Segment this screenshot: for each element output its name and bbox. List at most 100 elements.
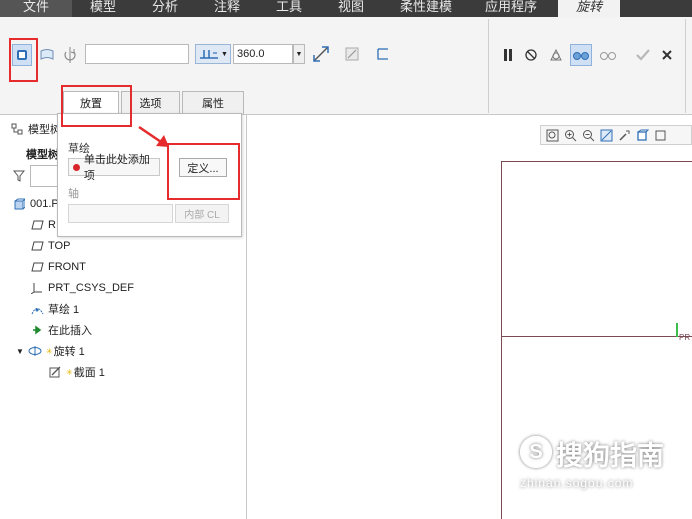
geometry-preview-icon [550, 48, 562, 61]
remove-material-button[interactable] [342, 44, 362, 64]
csys-axis-marker [676, 323, 678, 337]
blind-depth-icon [200, 50, 219, 59]
revolve-feature-icon [28, 345, 42, 357]
no-preview-icon [525, 49, 537, 61]
tree-item-label: 草绘 1 [48, 304, 80, 316]
datum-plane-icon [30, 219, 44, 231]
geometry-preview-button[interactable] [546, 44, 566, 66]
tree-item-label: 旋转 1 [53, 346, 85, 358]
flip-direction-button[interactable] [310, 43, 332, 65]
tree-item-top[interactable]: TOP [30, 237, 70, 255]
axis-collector[interactable] [68, 204, 173, 223]
pause-button[interactable] [500, 45, 516, 65]
menu-bar: 文件 模型 分析 注释 工具 视图 柔性建模 应用程序 旋转 [0, 0, 692, 17]
thicken-sketch-icon [377, 48, 388, 60]
new-feature-star-icon: ✳ [66, 367, 73, 377]
axis-input[interactable] [85, 44, 189, 64]
refit-icon[interactable] [545, 128, 559, 142]
saved-views-icon[interactable] [653, 128, 667, 142]
glasses-outline-icon [600, 52, 616, 60]
spin-center-icon[interactable] [617, 128, 631, 142]
csys-icon [30, 282, 44, 294]
menu-analysis[interactable]: 分析 [134, 0, 196, 17]
chevron-down-icon: ▼ [295, 50, 303, 58]
datum-plane-icon [30, 261, 44, 273]
zoom-in-icon[interactable] [563, 128, 577, 142]
menu-view[interactable]: 视图 [320, 0, 382, 17]
csys-label: PR [679, 333, 691, 342]
angle-type-button[interactable]: ▼ [195, 44, 231, 64]
menu-flexible-modeling[interactable]: 柔性建模 [382, 0, 470, 17]
check-icon [636, 49, 650, 61]
watermark-url: zhinan.sogou.com [520, 476, 634, 490]
datum-plane-icon [30, 240, 44, 252]
sogou-logo-icon: S [520, 436, 552, 468]
pause-icon [504, 49, 512, 61]
ribbon-separator [488, 19, 489, 113]
menu-applications[interactable]: 应用程序 [470, 0, 552, 17]
expand-triangle-icon[interactable]: ▼ [16, 347, 24, 356]
display-style-icon[interactable] [635, 128, 649, 142]
menu-annotate[interactable]: 注释 [196, 0, 258, 17]
model-tree-tab-label: 模型树 [26, 149, 59, 161]
required-dot-icon [73, 163, 80, 171]
section-sketch-icon [48, 366, 62, 378]
tree-item-insert-here[interactable]: 在此插入 [30, 321, 92, 339]
angle-input[interactable]: 360.0 [233, 44, 293, 64]
filter-icon[interactable] [12, 170, 26, 182]
zoom-out-icon[interactable] [581, 128, 595, 142]
menu-revolve[interactable]: 旋转 [558, 0, 620, 17]
repaint-icon[interactable] [599, 128, 613, 142]
ribbon-separator [685, 19, 686, 113]
tree-item-label: FRONT [48, 261, 86, 273]
watermark-brand: 搜狗指南 [556, 441, 664, 472]
insert-arrow-icon [30, 324, 44, 336]
surface-button[interactable] [38, 46, 56, 64]
tree-search-input[interactable] [30, 165, 60, 187]
tab-properties[interactable]: 属性 [182, 91, 244, 114]
tree-item-section[interactable]: ✳ 截面 1 [48, 363, 105, 381]
model-tree-tab[interactable]: 模型树 [26, 145, 59, 163]
menu-model[interactable]: 模型 [72, 0, 134, 17]
cancel-button[interactable] [658, 45, 676, 65]
sketch-collector-text: 单击此处添加项 [83, 154, 150, 182]
menu-tools[interactable]: 工具 [258, 0, 320, 17]
filter-row [12, 165, 60, 187]
model-tree-icon [10, 123, 24, 135]
highlight-define-button [167, 143, 240, 200]
tree-item-revolve[interactable]: ▼ ✳ 旋转 1 [16, 342, 85, 360]
internal-cl-button[interactable]: 内部 CL [175, 204, 229, 223]
highlight-placement-tab [61, 85, 132, 127]
close-icon [662, 50, 672, 60]
view-toolbar [540, 125, 692, 145]
glasses-icon [573, 52, 589, 60]
verify-button[interactable] [570, 44, 592, 66]
chevron-down-icon: ▼ [221, 50, 228, 58]
thicken-button[interactable] [373, 44, 393, 64]
revolve-axis-icon [64, 47, 76, 63]
remove-material-icon [345, 47, 359, 61]
tree-item-label: PRT_CSYS_DEF [48, 282, 134, 294]
menu-file[interactable]: 文件 [0, 0, 72, 17]
axis-label: 轴 [68, 188, 79, 200]
part-icon [12, 198, 26, 210]
new-feature-star-icon: ✳ [45, 346, 53, 356]
tree-item-label: 在此插入 [48, 325, 92, 337]
axis-toggle-button[interactable] [60, 45, 80, 65]
angle-dropdown-button[interactable]: ▼ [293, 44, 305, 64]
model-tree-header: 模型树 [10, 120, 61, 138]
highlight-solid-button [9, 38, 38, 82]
preview-button[interactable] [597, 44, 619, 66]
tree-item-label: TOP [48, 240, 71, 252]
tree-item-sketch[interactable]: 草绘 1 [30, 300, 79, 318]
flip-direction-icon [313, 46, 329, 62]
sketch-icon [30, 303, 44, 315]
sketch-collector[interactable]: 单击此处添加项 [68, 154, 160, 182]
tree-item-label: 截面 1 [73, 367, 105, 379]
pointer-arrow-icon [138, 125, 169, 147]
tree-item-front[interactable]: FRONT [30, 258, 86, 276]
watermark: S 搜狗指南 zhinan.sogou.com [520, 430, 690, 500]
no-preview-button[interactable] [522, 45, 540, 65]
ok-button[interactable] [633, 45, 653, 65]
tree-item-csys[interactable]: PRT_CSYS_DEF [30, 279, 134, 297]
